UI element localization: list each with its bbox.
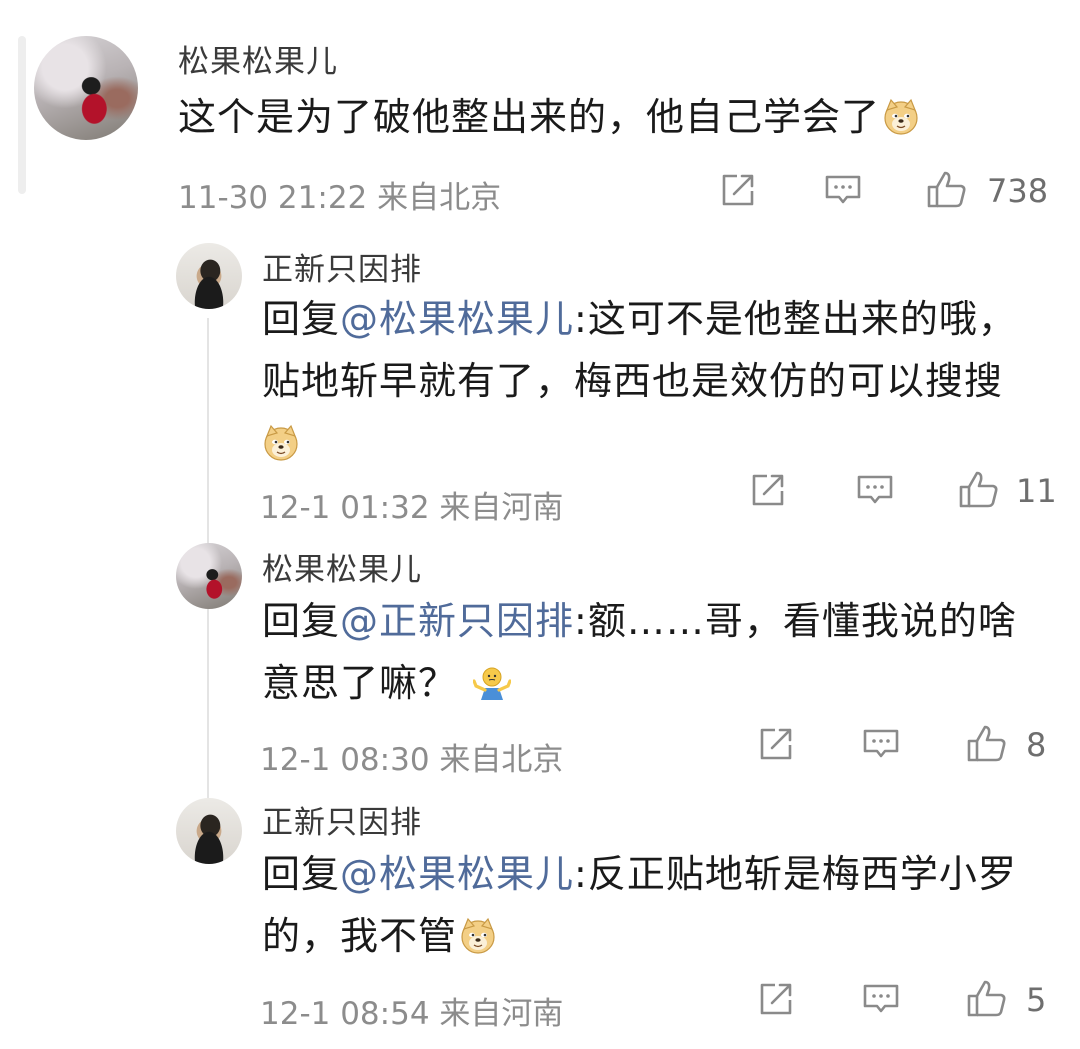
reply-meta: 12-1 08:54 来自河南 <box>260 996 564 1032</box>
reply-meta: 12-1 01:32 来自河南 <box>260 490 564 526</box>
comment-username[interactable]: 松果松果儿 <box>178 36 338 81</box>
comment-meta: 11-30 21:22 来自北京 <box>178 180 502 216</box>
reply-body-line2: 的，我不管 <box>262 914 458 958</box>
reply-body-line1: :这可不是他整出来的哦， <box>574 297 1017 341</box>
avatar[interactable] <box>176 543 242 609</box>
comment-body: 这个是为了破他整出来的，他自己学会了 <box>178 95 881 139</box>
reply-comment-icon[interactable] <box>856 472 896 510</box>
reply-meta: 12-1 08:30 来自北京 <box>260 742 564 778</box>
comment-item: 松果松果儿 这个是为了破他整出来的，他自己学会了 11-30 21:22 来自北… <box>0 0 1080 230</box>
reply-comment-icon[interactable] <box>862 981 902 1019</box>
like-icon[interactable] <box>966 724 1008 764</box>
reply-body-line2: 贴地斩早就有了，梅西也是效仿的可以搜搜 <box>262 359 1004 403</box>
like-icon[interactable] <box>926 170 968 210</box>
reply-comment-icon[interactable] <box>862 726 902 764</box>
reply-prefix: 回复 <box>262 297 341 341</box>
reply-body-line1: :额……哥，看懂我说的啥 <box>574 599 1017 643</box>
avatar[interactable] <box>176 243 242 309</box>
doge-emoji-icon <box>461 918 495 954</box>
like-count: 11 <box>1016 472 1057 510</box>
reply-username[interactable]: 松果松果儿 <box>262 544 422 589</box>
reply-body-line2: 意思了嘛？ <box>262 661 458 705</box>
share-icon[interactable] <box>758 981 798 1019</box>
doge-emoji-icon <box>264 425 298 461</box>
share-icon[interactable] <box>720 172 760 210</box>
reply-item: 松果松果儿 回复@正新只因排:额……哥，看懂我说的啥 意思了嘛？ 12-1 08… <box>0 530 1080 785</box>
like-count: 5 <box>1026 981 1047 1019</box>
shrug-emoji-icon <box>473 666 512 702</box>
reply-text: 回复@松果松果儿:反正贴地斩是梅西学小罗 的，我不管 <box>262 843 1062 967</box>
like-count: 738 <box>987 172 1049 210</box>
avatar[interactable] <box>176 798 242 864</box>
doge-emoji-icon <box>884 99 918 135</box>
reply-username[interactable]: 正新只因排 <box>262 797 422 842</box>
reply-item: 正新只因排 回复@松果松果儿:这可不是他整出来的哦， 贴地斩早就有了，梅西也是效… <box>0 230 1080 530</box>
reply-prefix: 回复 <box>262 599 341 643</box>
like-icon[interactable] <box>966 979 1008 1019</box>
reply-prefix: 回复 <box>262 852 341 896</box>
avatar[interactable] <box>34 36 138 140</box>
reply-username[interactable]: 正新只因排 <box>262 244 422 289</box>
mention-link[interactable]: @正新只因排 <box>340 599 574 643</box>
like-icon[interactable] <box>958 470 1000 510</box>
like-count: 8 <box>1026 726 1047 764</box>
mention-link[interactable]: @松果松果儿 <box>340 297 574 341</box>
mention-link[interactable]: @松果松果儿 <box>340 852 574 896</box>
share-icon[interactable] <box>750 472 790 510</box>
reply-text: 回复@松果松果儿:这可不是他整出来的哦， 贴地斩早就有了，梅西也是效仿的可以搜搜 <box>262 288 1062 474</box>
reply-item: 正新只因排 回复@松果松果儿:反正贴地斩是梅西学小罗 的，我不管 12-1 08… <box>0 785 1080 1049</box>
reply-comment-icon[interactable] <box>824 172 864 210</box>
comment-text: 这个是为了破他整出来的，他自己学会了 <box>178 86 1058 148</box>
reply-body-line1: :反正贴地斩是梅西学小罗 <box>574 852 1017 896</box>
share-icon[interactable] <box>758 726 798 764</box>
reply-text: 回复@正新只因排:额……哥，看懂我说的啥 意思了嘛？ <box>262 590 1062 714</box>
